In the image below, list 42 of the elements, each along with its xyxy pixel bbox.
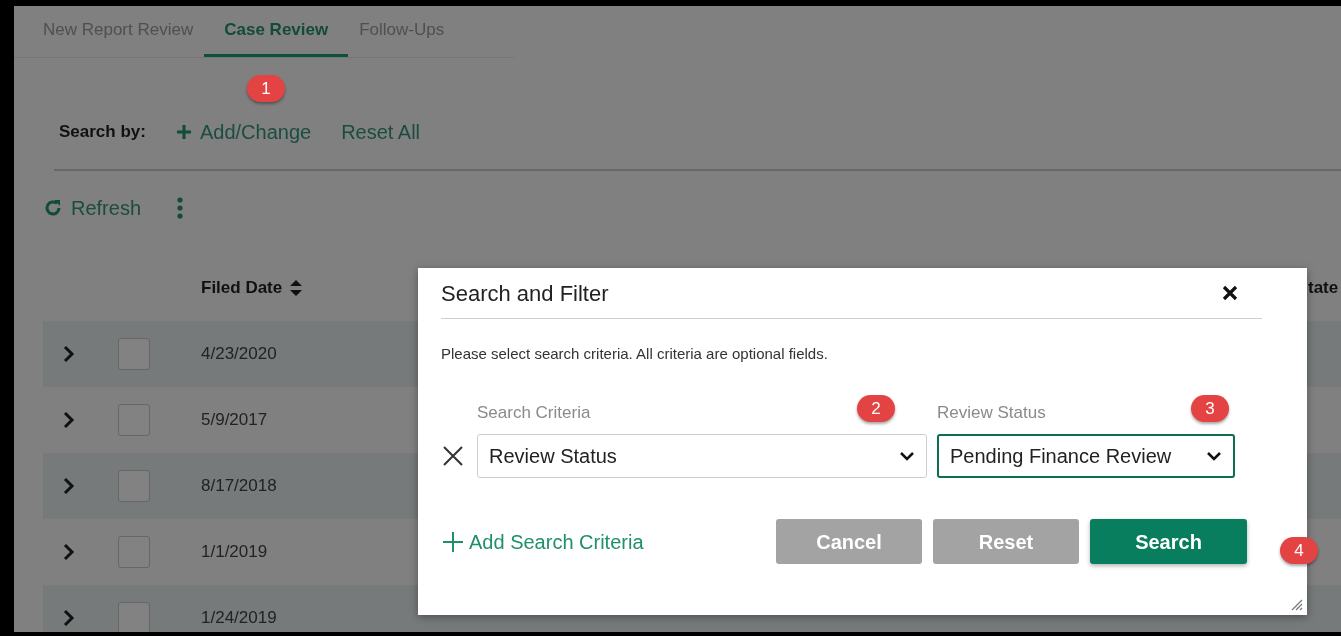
table-cell-text: 4/23/2020	[201, 343, 277, 366]
add-search-criteria-link[interactable]: Add Search Criteria	[443, 526, 644, 557]
chevron-down-icon	[1206, 451, 1222, 461]
row-checkbox[interactable]	[118, 536, 150, 568]
column-header[interactable]: Filed Date	[201, 275, 303, 301]
table-cell-text: 1/1/2019	[201, 541, 268, 564]
close-icon	[443, 446, 463, 466]
search-button[interactable]: Search	[1090, 519, 1247, 564]
more-options-icon[interactable]	[177, 197, 184, 219]
expand-chevron-icon[interactable]	[63, 345, 75, 363]
dialog-button[interactable]: Cancel	[776, 519, 922, 564]
table-cell-text: 1/24/2019	[201, 607, 277, 630]
plus-icon	[175, 124, 192, 140]
add-change-link[interactable]: Add/Change	[175, 117, 312, 147]
dropdown-field[interactable]: Pending Finance Review	[937, 434, 1235, 478]
close-icon	[1222, 285, 1238, 301]
chevron-down-icon	[899, 451, 915, 461]
column-header[interactable]: tate	[1308, 275, 1341, 301]
table-cell-text: 5/9/2017	[201, 409, 268, 432]
row-checkbox[interactable]	[118, 602, 150, 632]
plus-icon	[443, 531, 463, 552]
sort-icon	[290, 280, 303, 296]
expand-chevron-icon[interactable]	[63, 411, 75, 429]
dialog-title: Search and Filter	[441, 279, 609, 308]
row-checkbox[interactable]	[118, 338, 150, 370]
refresh-button[interactable]: Refresh	[43, 193, 142, 223]
row-checkbox[interactable]	[118, 404, 150, 436]
dialog-button[interactable]: Reset	[933, 519, 1079, 564]
reset-all-link[interactable]: Reset All	[341, 117, 421, 147]
search-by-label: Search by:	[59, 121, 146, 144]
field-label: Search Criteria	[477, 401, 591, 424]
tab[interactable]: Case Review	[204, 6, 349, 57]
resize-grip-icon[interactable]	[1291, 599, 1303, 611]
row-checkbox[interactable]	[118, 470, 150, 502]
field-label: Review Status	[937, 401, 1046, 424]
expand-chevron-icon[interactable]	[63, 609, 75, 627]
dropdown-field[interactable]: Review Status	[477, 434, 927, 478]
expand-chevron-icon[interactable]	[63, 543, 75, 561]
dialog-description: Please select search criteria. All criteria are optional fields.	[441, 344, 829, 364]
table-cell-text: 8/17/2018	[201, 475, 277, 498]
refresh-icon	[43, 198, 63, 218]
expand-chevron-icon[interactable]	[63, 477, 75, 495]
